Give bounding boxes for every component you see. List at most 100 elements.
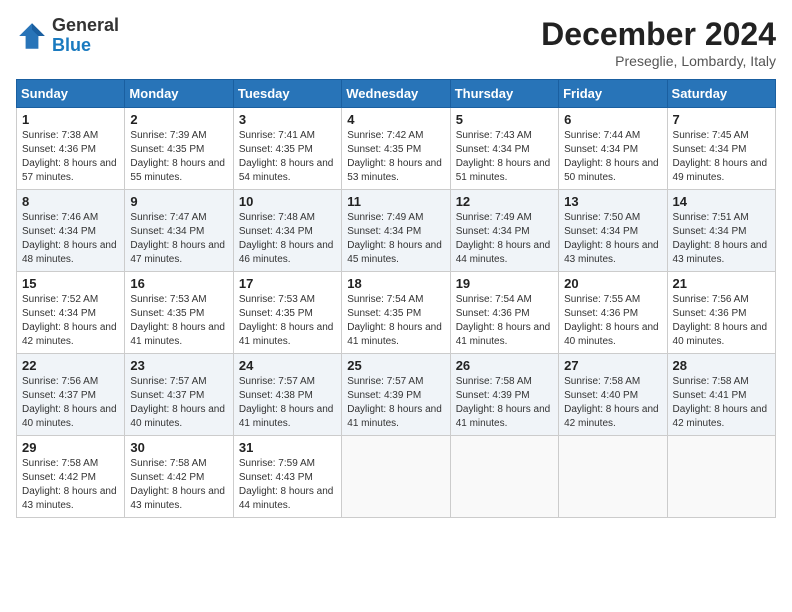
day-number: 9 [130, 194, 227, 209]
day-info: Sunrise: 7:43 AMSunset: 4:34 PMDaylight:… [456, 129, 553, 185]
calendar-cell: 9 Sunrise: 7:47 AMSunset: 4:34 PMDayligh… [125, 190, 233, 272]
calendar-cell: 29 Sunrise: 7:58 AMSunset: 4:42 PMDaylig… [17, 436, 125, 518]
day-info: Sunrise: 7:46 AMSunset: 4:34 PMDaylight:… [22, 211, 119, 267]
day-number: 22 [22, 358, 119, 373]
title-area: December 2024 Preseglie, Lombardy, Italy [541, 16, 776, 69]
calendar: SundayMondayTuesdayWednesdayThursdayFrid… [16, 79, 776, 518]
header-day-monday: Monday [125, 80, 233, 108]
day-info: Sunrise: 7:54 AMSunset: 4:36 PMDaylight:… [456, 293, 553, 349]
day-info: Sunrise: 7:52 AMSunset: 4:34 PMDaylight:… [22, 293, 119, 349]
logo-text: General Blue [52, 16, 119, 56]
calendar-cell: 6 Sunrise: 7:44 AMSunset: 4:34 PMDayligh… [559, 108, 667, 190]
day-info: Sunrise: 7:58 AMSunset: 4:42 PMDaylight:… [130, 457, 227, 513]
calendar-cell: 4 Sunrise: 7:42 AMSunset: 4:35 PMDayligh… [342, 108, 450, 190]
calendar-week-4: 22 Sunrise: 7:56 AMSunset: 4:37 PMDaylig… [17, 354, 776, 436]
day-number: 3 [239, 112, 336, 127]
day-number: 13 [564, 194, 661, 209]
day-number: 6 [564, 112, 661, 127]
day-number: 25 [347, 358, 444, 373]
day-info: Sunrise: 7:58 AMSunset: 4:42 PMDaylight:… [22, 457, 119, 513]
day-number: 16 [130, 276, 227, 291]
header-day-tuesday: Tuesday [233, 80, 341, 108]
calendar-cell: 2 Sunrise: 7:39 AMSunset: 4:35 PMDayligh… [125, 108, 233, 190]
day-info: Sunrise: 7:55 AMSunset: 4:36 PMDaylight:… [564, 293, 661, 349]
day-number: 15 [22, 276, 119, 291]
day-number: 26 [456, 358, 553, 373]
calendar-cell: 15 Sunrise: 7:52 AMSunset: 4:34 PMDaylig… [17, 272, 125, 354]
day-number: 24 [239, 358, 336, 373]
day-number: 30 [130, 440, 227, 455]
calendar-week-1: 1 Sunrise: 7:38 AMSunset: 4:36 PMDayligh… [17, 108, 776, 190]
day-info: Sunrise: 7:38 AMSunset: 4:36 PMDaylight:… [22, 129, 119, 185]
calendar-cell [667, 436, 775, 518]
day-info: Sunrise: 7:53 AMSunset: 4:35 PMDaylight:… [239, 293, 336, 349]
calendar-cell: 10 Sunrise: 7:48 AMSunset: 4:34 PMDaylig… [233, 190, 341, 272]
day-number: 1 [22, 112, 119, 127]
day-info: Sunrise: 7:58 AMSunset: 4:41 PMDaylight:… [673, 375, 770, 431]
day-info: Sunrise: 7:56 AMSunset: 4:36 PMDaylight:… [673, 293, 770, 349]
calendar-cell: 27 Sunrise: 7:58 AMSunset: 4:40 PMDaylig… [559, 354, 667, 436]
day-number: 29 [22, 440, 119, 455]
day-info: Sunrise: 7:48 AMSunset: 4:34 PMDaylight:… [239, 211, 336, 267]
day-info: Sunrise: 7:41 AMSunset: 4:35 PMDaylight:… [239, 129, 336, 185]
day-info: Sunrise: 7:47 AMSunset: 4:34 PMDaylight:… [130, 211, 227, 267]
day-info: Sunrise: 7:56 AMSunset: 4:37 PMDaylight:… [22, 375, 119, 431]
page-header: General Blue December 2024 Preseglie, Lo… [16, 16, 776, 69]
day-number: 17 [239, 276, 336, 291]
day-info: Sunrise: 7:58 AMSunset: 4:39 PMDaylight:… [456, 375, 553, 431]
calendar-cell: 18 Sunrise: 7:54 AMSunset: 4:35 PMDaylig… [342, 272, 450, 354]
day-number: 23 [130, 358, 227, 373]
calendar-cell [342, 436, 450, 518]
month-title: December 2024 [541, 16, 776, 53]
day-info: Sunrise: 7:57 AMSunset: 4:37 PMDaylight:… [130, 375, 227, 431]
header-day-saturday: Saturday [667, 80, 775, 108]
day-number: 4 [347, 112, 444, 127]
calendar-cell: 25 Sunrise: 7:57 AMSunset: 4:39 PMDaylig… [342, 354, 450, 436]
day-number: 12 [456, 194, 553, 209]
day-info: Sunrise: 7:53 AMSunset: 4:35 PMDaylight:… [130, 293, 227, 349]
day-info: Sunrise: 7:51 AMSunset: 4:34 PMDaylight:… [673, 211, 770, 267]
day-info: Sunrise: 7:59 AMSunset: 4:43 PMDaylight:… [239, 457, 336, 513]
logo: General Blue [16, 16, 119, 56]
calendar-cell: 28 Sunrise: 7:58 AMSunset: 4:41 PMDaylig… [667, 354, 775, 436]
day-info: Sunrise: 7:57 AMSunset: 4:39 PMDaylight:… [347, 375, 444, 431]
location: Preseglie, Lombardy, Italy [541, 53, 776, 69]
calendar-header-row: SundayMondayTuesdayWednesdayThursdayFrid… [17, 80, 776, 108]
day-number: 31 [239, 440, 336, 455]
day-number: 21 [673, 276, 770, 291]
day-number: 27 [564, 358, 661, 373]
calendar-cell: 1 Sunrise: 7:38 AMSunset: 4:36 PMDayligh… [17, 108, 125, 190]
day-info: Sunrise: 7:58 AMSunset: 4:40 PMDaylight:… [564, 375, 661, 431]
calendar-cell: 14 Sunrise: 7:51 AMSunset: 4:34 PMDaylig… [667, 190, 775, 272]
calendar-cell: 8 Sunrise: 7:46 AMSunset: 4:34 PMDayligh… [17, 190, 125, 272]
calendar-cell: 26 Sunrise: 7:58 AMSunset: 4:39 PMDaylig… [450, 354, 558, 436]
day-info: Sunrise: 7:54 AMSunset: 4:35 PMDaylight:… [347, 293, 444, 349]
day-info: Sunrise: 7:57 AMSunset: 4:38 PMDaylight:… [239, 375, 336, 431]
calendar-cell: 30 Sunrise: 7:58 AMSunset: 4:42 PMDaylig… [125, 436, 233, 518]
day-number: 20 [564, 276, 661, 291]
day-number: 28 [673, 358, 770, 373]
calendar-cell: 20 Sunrise: 7:55 AMSunset: 4:36 PMDaylig… [559, 272, 667, 354]
calendar-week-3: 15 Sunrise: 7:52 AMSunset: 4:34 PMDaylig… [17, 272, 776, 354]
calendar-cell: 22 Sunrise: 7:56 AMSunset: 4:37 PMDaylig… [17, 354, 125, 436]
calendar-cell: 16 Sunrise: 7:53 AMSunset: 4:35 PMDaylig… [125, 272, 233, 354]
day-info: Sunrise: 7:50 AMSunset: 4:34 PMDaylight:… [564, 211, 661, 267]
calendar-cell: 23 Sunrise: 7:57 AMSunset: 4:37 PMDaylig… [125, 354, 233, 436]
calendar-cell: 12 Sunrise: 7:49 AMSunset: 4:34 PMDaylig… [450, 190, 558, 272]
day-number: 10 [239, 194, 336, 209]
calendar-cell: 3 Sunrise: 7:41 AMSunset: 4:35 PMDayligh… [233, 108, 341, 190]
day-number: 11 [347, 194, 444, 209]
day-info: Sunrise: 7:39 AMSunset: 4:35 PMDaylight:… [130, 129, 227, 185]
day-info: Sunrise: 7:49 AMSunset: 4:34 PMDaylight:… [456, 211, 553, 267]
calendar-cell: 13 Sunrise: 7:50 AMSunset: 4:34 PMDaylig… [559, 190, 667, 272]
calendar-cell: 5 Sunrise: 7:43 AMSunset: 4:34 PMDayligh… [450, 108, 558, 190]
calendar-week-2: 8 Sunrise: 7:46 AMSunset: 4:34 PMDayligh… [17, 190, 776, 272]
calendar-cell: 31 Sunrise: 7:59 AMSunset: 4:43 PMDaylig… [233, 436, 341, 518]
calendar-cell [559, 436, 667, 518]
day-info: Sunrise: 7:42 AMSunset: 4:35 PMDaylight:… [347, 129, 444, 185]
header-day-sunday: Sunday [17, 80, 125, 108]
day-number: 19 [456, 276, 553, 291]
calendar-cell: 17 Sunrise: 7:53 AMSunset: 4:35 PMDaylig… [233, 272, 341, 354]
header-day-thursday: Thursday [450, 80, 558, 108]
day-number: 18 [347, 276, 444, 291]
